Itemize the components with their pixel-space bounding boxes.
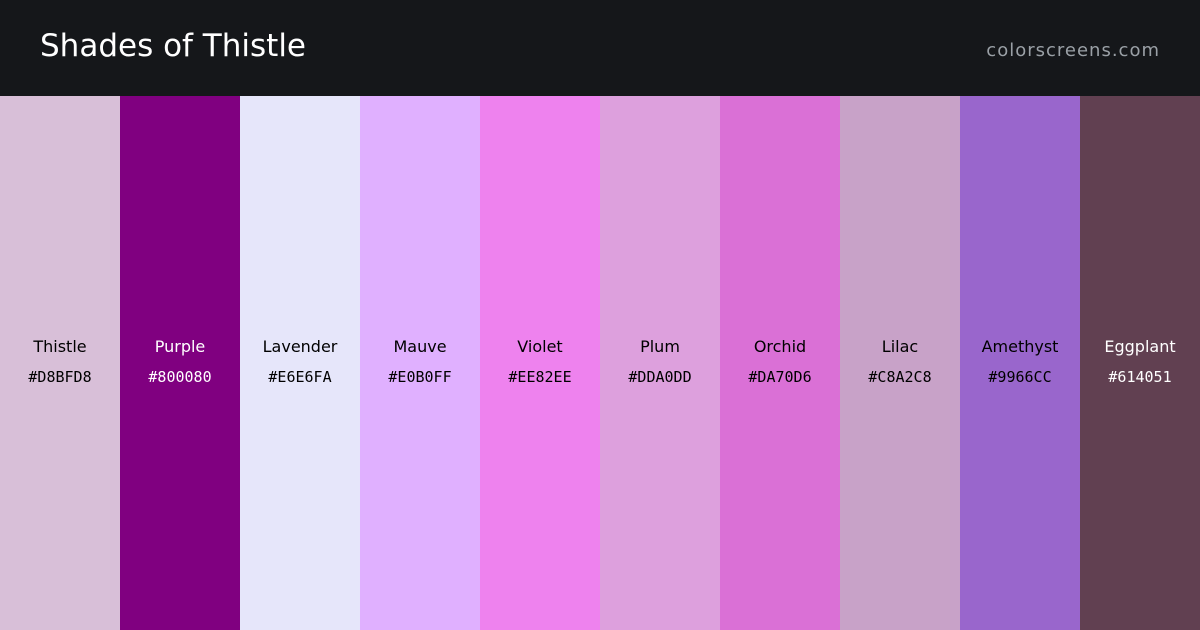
swatch-hex: #E6E6FA [268,368,332,386]
swatch-hex: #D8BFD8 [28,368,92,386]
swatch-row: Thistle #D8BFD8 Purple #800080 Lavender … [0,96,1200,630]
swatch-name: Violet [517,337,563,356]
header: Shades of Thistle colorscreens.com [0,0,1200,96]
swatch-violet[interactable]: Violet #EE82EE [480,96,600,630]
swatch-name: Amethyst [981,337,1059,356]
swatch-orchid[interactable]: Orchid #DA70D6 [720,96,840,630]
swatch-hex: #E0B0FF [388,368,452,386]
swatch-amethyst[interactable]: Amethyst #9966CC [960,96,1080,630]
swatch-name: Eggplant [1104,337,1176,356]
swatch-eggplant[interactable]: Eggplant #614051 [1080,96,1200,630]
swatch-hex: #800080 [148,368,212,386]
swatch-lavender[interactable]: Lavender #E6E6FA [240,96,360,630]
swatch-purple[interactable]: Purple #800080 [120,96,240,630]
swatch-hex: #EE82EE [508,368,572,386]
swatch-hex: #9966CC [988,368,1052,386]
swatch-hex: #DA70D6 [748,368,812,386]
swatch-hex: #C8A2C8 [868,368,932,386]
swatch-hex: #DDA0DD [628,368,692,386]
swatch-name: Lilac [881,337,919,356]
swatch-name: Purple [154,337,206,356]
site-link[interactable]: colorscreens.com [986,38,1160,64]
swatch-lilac[interactable]: Lilac #C8A2C8 [840,96,960,630]
swatch-name: Lavender [262,337,338,356]
swatch-name: Orchid [753,337,807,356]
swatch-name: Mauve [393,337,447,356]
swatch-mauve[interactable]: Mauve #E0B0FF [360,96,480,630]
swatch-thistle[interactable]: Thistle #D8BFD8 [0,96,120,630]
swatch-plum[interactable]: Plum #DDA0DD [600,96,720,630]
swatch-name: Plum [640,337,680,356]
page-title: Shades of Thistle [40,28,306,64]
swatch-hex: #614051 [1108,368,1172,386]
swatch-name: Thistle [33,337,87,356]
